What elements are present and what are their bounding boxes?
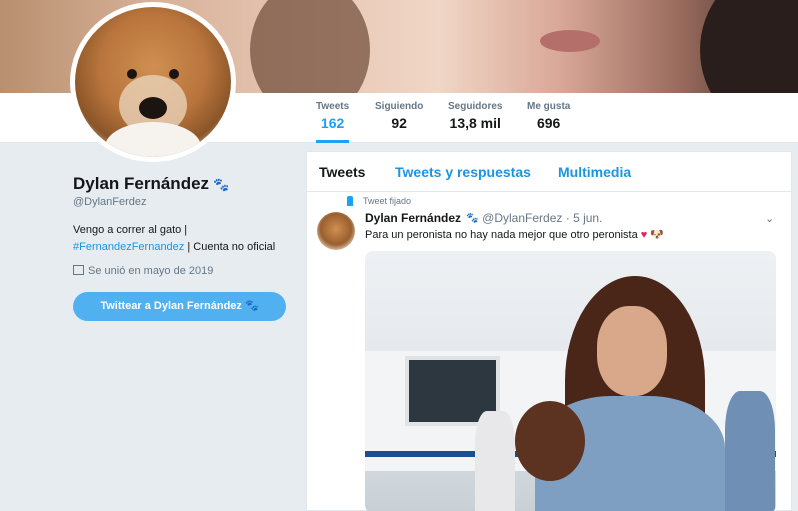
chevron-down-icon[interactable]: ⌄ bbox=[765, 212, 774, 225]
bio-text: | Cuenta no oficial bbox=[184, 241, 276, 253]
heart-icon: ♥ bbox=[640, 229, 648, 241]
pin-icon bbox=[347, 196, 353, 206]
timeline-tabs: Tweets Tweets y respuestas Multimedia bbox=[307, 152, 791, 192]
tweet-separator: · bbox=[565, 211, 570, 225]
profile-bio: Vengo a correr al gato | #FernandezFerna… bbox=[73, 222, 293, 256]
stat-likes[interactable]: Me gusta 696 bbox=[527, 101, 570, 131]
tweet-handle[interactable]: @DylanFerdez bbox=[482, 211, 562, 225]
stat-following[interactable]: Siguiendo 92 bbox=[375, 101, 423, 131]
pinned-label: Tweet fijado bbox=[363, 196, 412, 206]
join-date-text: Se unió en mayo de 2019 bbox=[88, 265, 214, 277]
stat-label: Siguiendo bbox=[375, 101, 424, 112]
tweet-to-button[interactable]: Twittear a Dylan Fernández 🐾 bbox=[73, 292, 286, 321]
stat-value: 696 bbox=[536, 115, 561, 131]
stat-value: 162 bbox=[320, 115, 345, 131]
dog-avatar-image bbox=[75, 7, 231, 157]
paw-icon: 🐾 bbox=[466, 213, 479, 225]
join-date: Se unió en mayo de 2019 bbox=[73, 265, 213, 277]
tweet-header: Dylan Fernández 🐾 @DylanFerdez · 5 jun. bbox=[365, 211, 602, 225]
tweet-media-image[interactable] bbox=[365, 251, 776, 511]
timeline: Tweets Tweets y respuestas Multimedia Tw… bbox=[306, 151, 792, 511]
calendar-icon bbox=[73, 265, 84, 275]
bio-hashtag-link[interactable]: #FernandezFernandez bbox=[73, 241, 184, 253]
stat-label: Me gusta bbox=[527, 101, 571, 112]
stat-followers[interactable]: Seguidores 13,8 mil bbox=[448, 101, 502, 131]
tweet-text-body: Para un peronista no hay nada mejor que … bbox=[365, 229, 638, 241]
stat-tweets[interactable]: Tweets 162 bbox=[316, 101, 350, 143]
tweet-author[interactable]: Dylan Fernández bbox=[365, 211, 461, 225]
stat-label: Seguidores bbox=[448, 101, 503, 112]
tab-tweets[interactable]: Tweets bbox=[319, 164, 365, 180]
profile-handle[interactable]: @DylanFerdez bbox=[73, 196, 147, 208]
tab-media[interactable]: Multimedia bbox=[558, 164, 631, 180]
profile-name[interactable]: Dylan Fernández 🐾 bbox=[73, 174, 229, 194]
tweet-avatar[interactable] bbox=[317, 212, 355, 250]
tab-tweets-replies[interactable]: Tweets y respuestas bbox=[395, 164, 531, 180]
stat-value: 92 bbox=[391, 115, 407, 131]
bio-text: Vengo a correr al gato | bbox=[73, 224, 188, 236]
paw-icon: 🐾 bbox=[213, 176, 230, 192]
dog-face-icon: 🐶 bbox=[650, 229, 665, 241]
tweet-text: Para un peronista no hay nada mejor que … bbox=[365, 228, 664, 241]
profile-name-text: Dylan Fernández bbox=[73, 174, 210, 193]
stat-label: Tweets bbox=[316, 101, 350, 112]
tweet-date[interactable]: 5 jun. bbox=[573, 211, 602, 225]
stat-value: 13,8 mil bbox=[449, 115, 501, 131]
profile-avatar[interactable] bbox=[70, 2, 236, 162]
